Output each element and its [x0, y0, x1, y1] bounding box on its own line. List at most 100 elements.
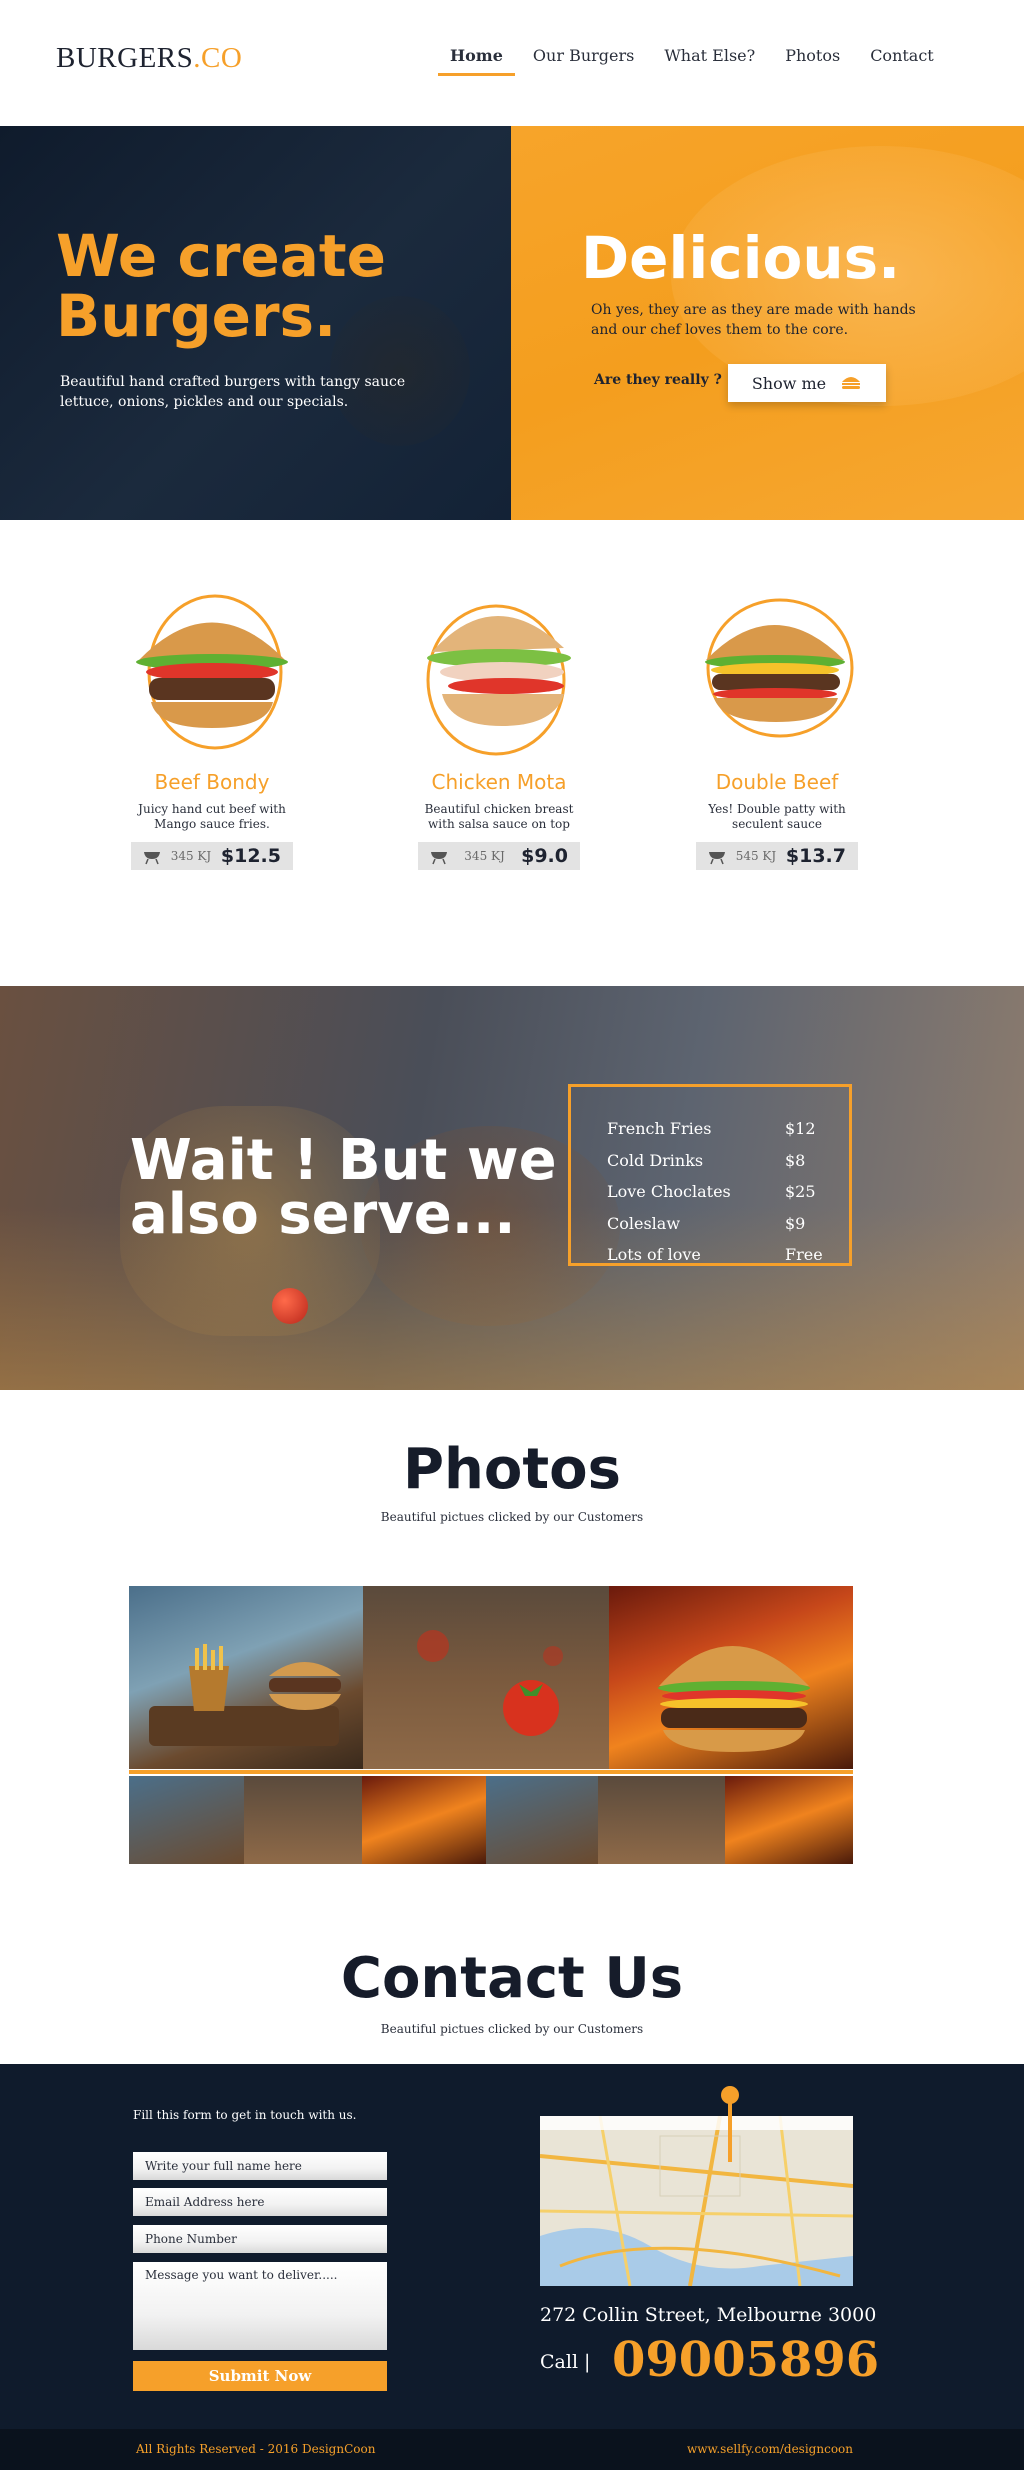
hero-title: We create Burgers. — [56, 226, 386, 346]
gallery-thumbnail[interactable] — [725, 1776, 853, 1864]
name-field[interactable] — [133, 2152, 387, 2180]
price-bar: 345 KJ $9.0 — [418, 842, 580, 870]
burger-price: $12.5 — [220, 845, 281, 867]
hero-question: Are they really ? — [594, 372, 722, 388]
logo-brand: BURGERS — [56, 42, 194, 74]
contact-section: Fill this form to get in touch with us. … — [0, 2064, 1024, 2429]
serve-item-price: $9 — [785, 1213, 806, 1233]
map-pin-stem — [728, 2100, 732, 2162]
burger-description: Beautiful chicken breast with salsa sauc… — [424, 802, 574, 831]
beef-burger-illustration — [136, 594, 288, 750]
serve-title: Wait ! But we also serve... — [130, 1133, 557, 1243]
call-label: Call | — [540, 2351, 591, 2373]
message-field[interactable] — [133, 2262, 387, 2350]
logo[interactable]: BURGERS.CO — [56, 42, 242, 75]
show-me-label: Show me — [751, 373, 827, 393]
burger-energy: 545 KJ — [735, 849, 777, 863]
burger-price: $9.0 — [521, 845, 568, 867]
burger-image — [692, 590, 862, 760]
email-field[interactable] — [133, 2188, 387, 2216]
burger-name: Double Beef — [715, 770, 839, 794]
serve-item-name: Love Choclates — [607, 1182, 731, 1201]
hero-title-line2: Burgers. — [56, 282, 337, 350]
nav-our-burgers[interactable]: Our Burgers — [521, 46, 646, 76]
photos-subtitle: Beautiful pictues clicked by our Custome… — [380, 1510, 644, 1524]
gallery-thumbnail[interactable] — [129, 1776, 244, 1864]
photos-title: Photos — [403, 1437, 621, 1502]
burger-name: Chicken Mota — [431, 770, 567, 794]
nav-what-else[interactable]: What Else? — [652, 46, 767, 76]
grill-icon — [709, 852, 725, 865]
photo-gallery — [129, 1586, 853, 1864]
nav-home[interactable]: Home — [438, 46, 515, 76]
chicken-burger-illustration — [426, 604, 571, 756]
gallery-progress-line — [129, 1770, 853, 1774]
form-intro: Fill this form to get in touch with us. — [133, 2108, 357, 2122]
nav-contact[interactable]: Contact — [858, 46, 946, 76]
burger-image — [414, 590, 584, 760]
gallery-thumbnail[interactable] — [486, 1776, 598, 1864]
hero-title-line1: We create — [56, 222, 386, 290]
grill-icon — [431, 852, 447, 865]
hero-right-panel: Delicious. Oh yes, they are as they are … — [511, 126, 1024, 520]
burger-description: Yes! Double patty with seculent sauce — [708, 802, 846, 831]
burgers-section: Beef Bondy Juicy hand cut beef with Mang… — [0, 520, 1024, 986]
contact-subtitle: Beautiful pictues clicked by our Custome… — [380, 2022, 644, 2036]
serve-menu-item: Cold Drinks $8 — [607, 1145, 825, 1177]
hero-subtitle: Beautiful hand crafted burgers with tang… — [60, 374, 406, 410]
double-beef-burger-illustration — [705, 598, 854, 738]
serve-item-name: Cold Drinks — [607, 1150, 704, 1170]
phone-field[interactable] — [133, 2225, 387, 2253]
site-header: BURGERS.CO Home Our Burgers What Else? P… — [0, 0, 1024, 126]
gallery-photo-burger-fire[interactable] — [609, 1586, 853, 1769]
main-nav: Home Our Burgers What Else? Photos Conta… — [438, 46, 952, 76]
burger-name: Beef Bondy — [154, 770, 270, 794]
gallery-thumbnail[interactable] — [362, 1776, 486, 1864]
nav-photos[interactable]: Photos — [773, 46, 852, 76]
logo-dot: . — [193, 42, 202, 74]
burger-energy: 345 KJ — [464, 849, 505, 863]
price-bar: 345 KJ $12.5 — [131, 842, 293, 870]
gallery-photo-tomatoes[interactable] — [363, 1586, 609, 1769]
serve-item-price: $12 — [785, 1119, 816, 1138]
hero-right-title: Delicious. — [581, 224, 901, 292]
burger-energy: 345 KJ — [170, 849, 212, 863]
contact-title: Contact Us — [340, 1946, 684, 2011]
serve-item-price: $8 — [785, 1150, 806, 1170]
website-link[interactable]: www.sellfy.com/designcoon — [687, 2442, 853, 2456]
address: 272 Collin Street, Melbourne 3000 — [540, 2304, 877, 2326]
copyright-text: All Rights Reserved - 2016 DesignCoon — [136, 2442, 376, 2456]
serve-menu-box: French Fries $12 Cold Drinks $8 Love Chocl… — [568, 1084, 852, 1266]
gallery-photo-fries-burger[interactable] — [129, 1586, 363, 1769]
serve-menu-item: Lots of love Free — [607, 1239, 825, 1271]
footer: All Rights Reserved - 2016 DesignCoon ww… — [0, 2429, 1024, 2470]
also-serve-section: Wait ! But we also serve... French Fries… — [0, 986, 1024, 1390]
phone-number[interactable]: 09005896 — [612, 2332, 879, 2388]
serve-item-price: Free — [785, 1245, 823, 1264]
gallery-thumbnail[interactable] — [598, 1776, 725, 1864]
location-map[interactable] — [540, 2116, 853, 2286]
serve-menu-item: Love Choclates $25 — [607, 1176, 825, 1208]
burger-card[interactable]: Beef Bondy Juicy hand cut beef with Mang… — [127, 590, 297, 870]
burger-fire-photo — [658, 1646, 810, 1752]
serve-item-name: Lots of love — [607, 1245, 701, 1264]
fries-burger-photo — [149, 1644, 341, 1746]
serve-menu-item: French Fries $12 — [607, 1113, 825, 1145]
show-me-button[interactable]: Show me — [728, 364, 886, 402]
map-illustration — [540, 2116, 853, 2286]
submit-button[interactable]: Submit Now — [133, 2361, 387, 2391]
burger-card[interactable]: Chicken Mota Beautiful chicken breast wi… — [414, 590, 584, 870]
burger-image — [127, 590, 297, 760]
serve-item-name: Coleslaw — [607, 1213, 681, 1233]
hero-right-text: Oh yes, they are as they are made with h… — [591, 302, 916, 338]
burger-description: Juicy hand cut beef with Mango sauce fri… — [138, 802, 286, 831]
gallery-thumbnail[interactable] — [244, 1776, 362, 1864]
serve-menu-item: Coleslaw $9 — [607, 1208, 825, 1240]
burger-card[interactable]: Double Beef Yes! Double patty with secul… — [692, 590, 862, 870]
burger-icon — [842, 377, 861, 389]
price-bar: 545 KJ $13.7 — [696, 842, 858, 870]
serve-item-name: French Fries — [607, 1119, 712, 1138]
serve-item-price: $25 — [785, 1182, 816, 1201]
hero-section: We create Burgers. Beautiful hand crafte… — [0, 126, 1024, 520]
map-pin-icon — [721, 2086, 739, 2104]
